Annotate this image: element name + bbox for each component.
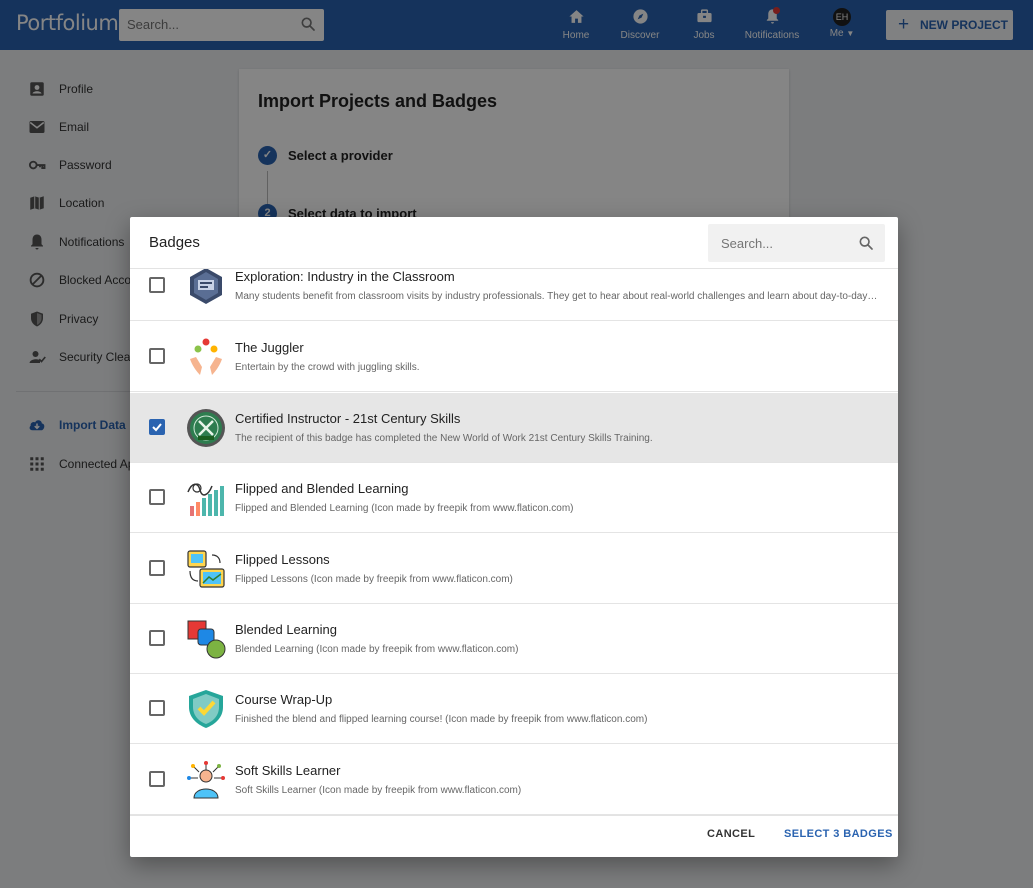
juggler-icon: [190, 338, 222, 375]
modal-footer: CANCEL SELECT 3 BADGES: [130, 815, 898, 857]
badge-checkbox[interactable]: [149, 419, 165, 435]
checkmark-icon: [152, 423, 162, 432]
badge-search[interactable]: [708, 224, 885, 262]
industry-badge-icon: [190, 269, 222, 304]
badge-checkbox[interactable]: [149, 489, 165, 505]
badge-name: Flipped Lessons: [235, 552, 330, 567]
badge-row[interactable]: Course Wrap-Up Finished the blend and fl…: [130, 674, 898, 744]
soft-skills-icon: [187, 761, 225, 799]
search-icon[interactable]: [858, 235, 874, 251]
badge-description: Entertain by the crowd with juggling ski…: [235, 362, 420, 373]
badge-row[interactable]: Soft Skills Learner Soft Skills Learner …: [130, 745, 898, 815]
badge-name: Soft Skills Learner: [235, 763, 341, 778]
badge-checkbox[interactable]: [149, 700, 165, 716]
badge-row[interactable]: Blended Learning Blended Learning (Icon …: [130, 604, 898, 674]
badge-row[interactable]: Certified Instructor - 21st Century Skil…: [130, 393, 898, 463]
badge-description: Soft Skills Learner (Icon made by freepi…: [235, 785, 522, 796]
badge-checkbox[interactable]: [149, 560, 165, 576]
cancel-button[interactable]: CANCEL: [707, 828, 755, 840]
badge-checkbox[interactable]: [149, 771, 165, 787]
badge-row[interactable]: Flipped and Blended Learning Flipped and…: [130, 463, 898, 533]
badges-modal: Badges Exploration: Industry in the Clas…: [130, 217, 898, 857]
badge-list[interactable]: Exploration: Industry in the Classroom M…: [130, 269, 898, 815]
badge-description: The recipient of this badge has complete…: [235, 433, 653, 444]
select-badges-button[interactable]: SELECT 3 BADGES: [784, 828, 893, 840]
growth-chart-icon: [187, 483, 224, 516]
badge-name: Certified Instructor - 21st Century Skil…: [235, 411, 461, 426]
badge-checkbox[interactable]: [149, 348, 165, 364]
badge-name: Course Wrap-Up: [235, 692, 333, 707]
badge-checkbox[interactable]: [149, 277, 165, 293]
badge-description: Flipped Lessons (Icon made by freepik fr…: [235, 574, 513, 585]
badge-name: Exploration: Industry in the Classroom: [235, 269, 455, 284]
badge-search-input[interactable]: [721, 224, 851, 262]
badge-name: The Juggler: [235, 340, 304, 355]
modal-title: Badges: [149, 234, 200, 251]
badge-description: Blended Learning (Icon made by freepik f…: [235, 644, 519, 655]
flip-images-icon: [187, 550, 225, 588]
badge-description: Flipped and Blended Learning (Icon made …: [235, 503, 574, 514]
blended-shapes-icon: [187, 620, 226, 659]
badge-row[interactable]: Flipped Lessons Flipped Lessons (Icon ma…: [130, 534, 898, 604]
shield-check-icon: [189, 690, 223, 728]
badge-name: Blended Learning: [235, 622, 337, 637]
certified-instructor-icon: [187, 409, 225, 447]
badge-row[interactable]: The Juggler Entertain by the crowd with …: [130, 322, 898, 392]
badge-description: Many students benefit from classroom vis…: [235, 291, 880, 302]
badge-row[interactable]: Exploration: Industry in the Classroom M…: [130, 269, 898, 321]
badge-checkbox[interactable]: [149, 630, 165, 646]
badge-name: Flipped and Blended Learning: [235, 481, 409, 496]
badge-description: Finished the blend and flipped learning …: [235, 714, 648, 725]
modal-header: Badges: [130, 217, 898, 269]
